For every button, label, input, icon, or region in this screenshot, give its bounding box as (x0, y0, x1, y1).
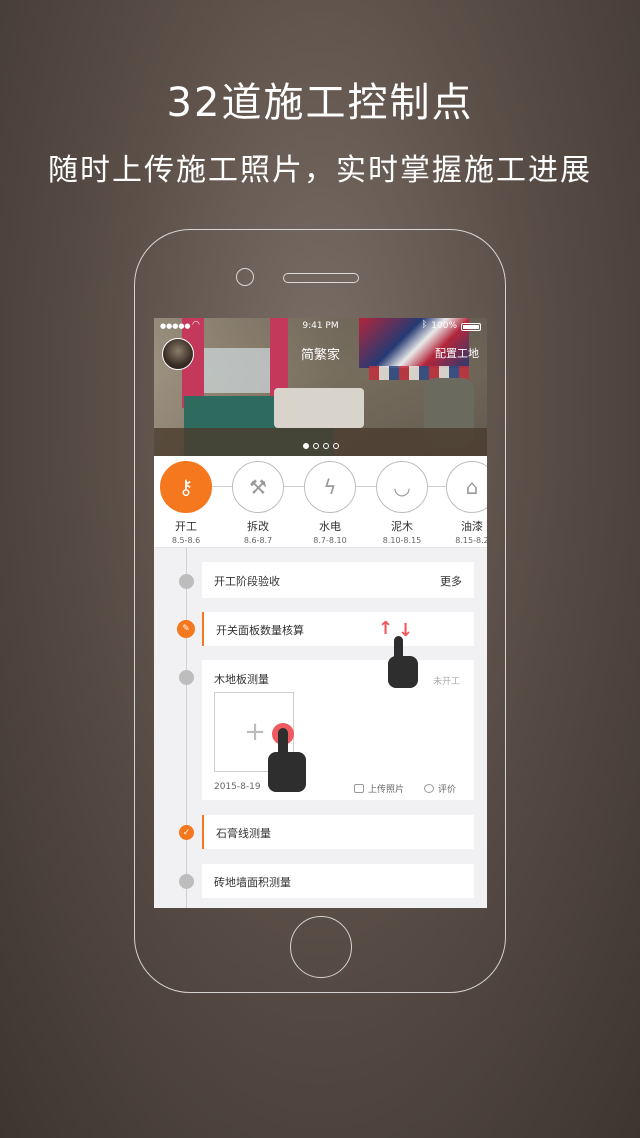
stage-date: 8.7-8.10 (313, 536, 347, 545)
timeline-item-title: 石膏线测量 (216, 827, 271, 840)
more-button[interactable]: 更多 (440, 573, 462, 589)
stage-name: 泥木 (391, 520, 413, 533)
comment-button[interactable]: 评价 (424, 782, 456, 795)
stage-item-youqi[interactable]: ⌂ 油漆 8.15-8.2 (442, 461, 487, 545)
timeline-card[interactable]: 石膏线测量 (202, 815, 474, 849)
battery-percent: 100% (431, 321, 457, 331)
battery-icon (461, 323, 481, 331)
carousel-indicator (154, 434, 487, 453)
stage-item-nimu[interactable]: ◡ 泥木 8.10-8.15 (372, 461, 432, 545)
paint-roller-icon: ⌂ (446, 461, 487, 513)
item-date-text: 2015-8-19 (214, 782, 261, 792)
timeline-card[interactable]: 开关面板数量核算 (202, 612, 474, 646)
check-icon: ✓ (179, 825, 194, 840)
stage-date: 8.15-8.2 (455, 536, 487, 545)
banner-photo-bed (274, 388, 364, 428)
earpiece-speaker (283, 273, 359, 283)
upload-label: 上传照片 (368, 785, 405, 795)
front-camera (236, 268, 254, 286)
key-icon: ⚷ (160, 461, 212, 513)
stage-name: 油漆 (461, 520, 483, 533)
timeline-node (179, 874, 194, 889)
status-bar: ●●●●● ◠ 9:41 PM ᛒ 100% (154, 320, 487, 334)
stage-name: 水电 (319, 520, 341, 533)
timeline-item-title: 开关面板数量核算 (216, 624, 304, 637)
timeline-card[interactable]: 砖地墙面积测量 (202, 864, 474, 898)
hammer-icon: ⚒ (232, 461, 284, 513)
config-site-button[interactable]: 配置工地 (435, 345, 479, 361)
timeline-node (179, 574, 194, 589)
comment-icon (424, 784, 434, 793)
timeline-item-title: 木地板测量 (214, 673, 269, 686)
stage-name: 拆改 (247, 520, 269, 533)
timeline-card[interactable]: 木地板测量 未开工 + 2015-8-19 11 上传照片 评价 (202, 660, 474, 800)
headline-title: 32道施工控制点 (166, 80, 474, 126)
swipe-hand-icon (384, 636, 424, 691)
stage-item-shuidian[interactable]: ϟ 水电 8.7-8.10 (300, 461, 360, 545)
stage-item-chaigai[interactable]: ⚒ 拆改 8.6-8.7 (228, 461, 288, 545)
stage-date: 8.10-8.15 (382, 536, 422, 545)
timeline-track (186, 548, 187, 908)
phone-screen: ●●●●● ◠ 9:41 PM ᛒ 100% 简繁家 配置工地 ⚷ 开工 8.5… (154, 318, 487, 908)
headline-subtitle: 随时上传施工照片，实时掌握施工进展 (48, 153, 592, 188)
stage-date: 8.6-8.7 (243, 536, 273, 545)
carousel-dot[interactable] (332, 443, 339, 449)
bluetooth-icon: ᛒ (421, 320, 427, 330)
tap-hand-icon (264, 728, 312, 794)
banner-carousel[interactable]: ●●●●● ◠ 9:41 PM ᛒ 100% 简繁家 配置工地 (154, 318, 487, 456)
bucket-icon: ◡ (376, 461, 428, 513)
status-badge: 未开工 (432, 677, 460, 687)
stage-name: 开工 (175, 520, 197, 533)
photo-icon (354, 784, 364, 793)
stage-selector: ⚷ 开工 8.5-8.6 ⚒ 拆改 8.6-8.7 ϟ 水电 8.7-8.10 … (154, 456, 487, 548)
carousel-dot[interactable] (312, 443, 319, 449)
comment-label: 评价 (438, 785, 457, 795)
timeline-card[interactable]: 开工阶段验收 更多 (202, 562, 474, 598)
stage-date: 8.5-8.6 (171, 536, 201, 545)
home-button (290, 916, 352, 978)
carousel-dot[interactable] (302, 443, 309, 449)
timeline-item-title: 开工阶段验收 (214, 575, 280, 588)
carousel-dot[interactable] (322, 443, 329, 449)
lightning-icon: ϟ (304, 461, 356, 513)
stage-item-kaigong[interactable]: ⚷ 开工 8.5-8.6 (156, 461, 216, 545)
wrench-icon: ✎ (177, 620, 195, 638)
upload-photo-button[interactable]: 上传照片 (354, 782, 404, 795)
timeline-item-title: 砖地墙面积测量 (214, 876, 291, 889)
timeline-node (179, 670, 194, 685)
